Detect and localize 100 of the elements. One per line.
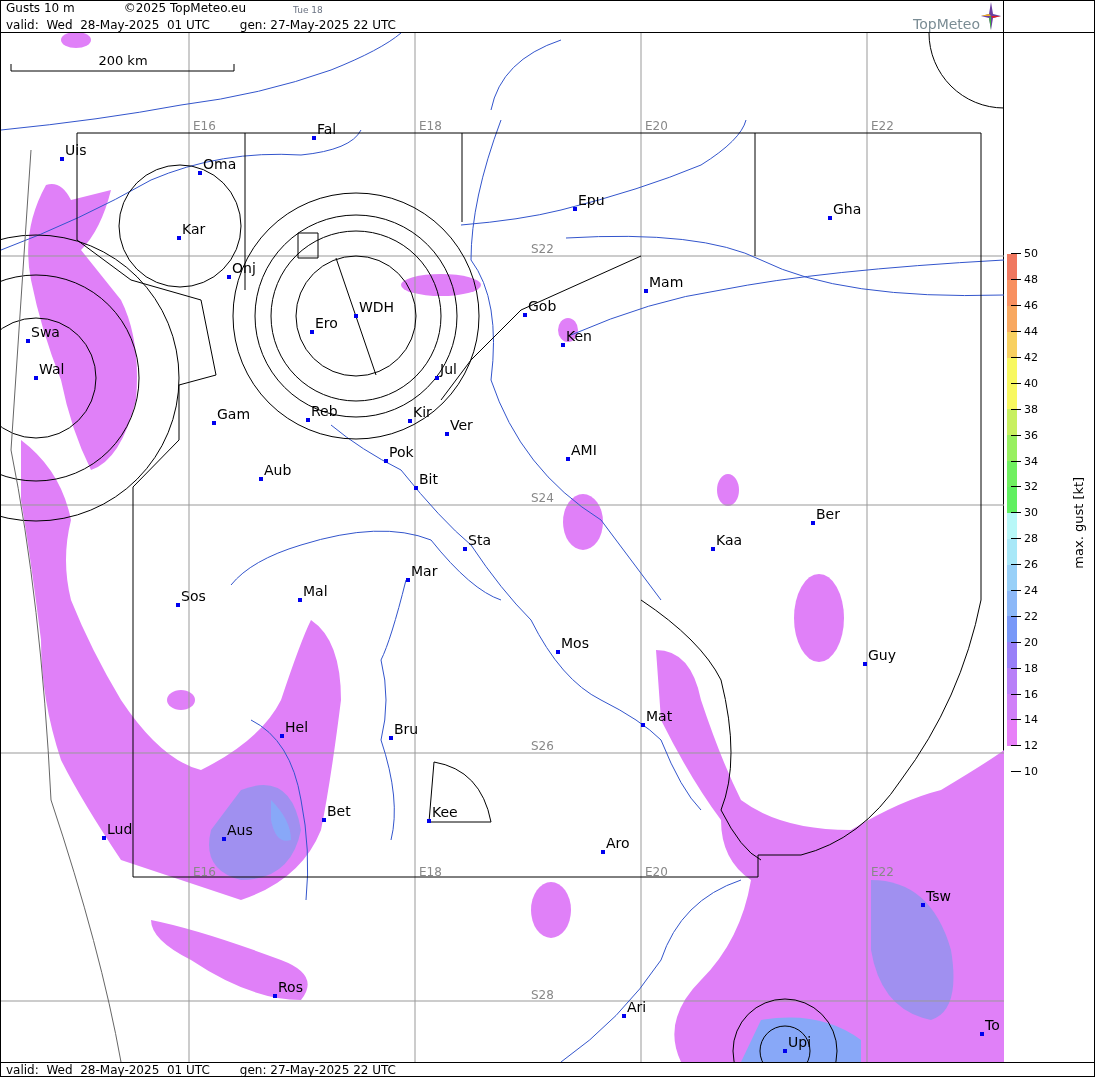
place-marker	[389, 736, 393, 740]
place-marker	[227, 275, 231, 279]
place-marker	[102, 836, 106, 840]
grid-label: E22	[871, 865, 894, 879]
legend-tick-label: 50	[1024, 248, 1038, 260]
place-label: WDH	[359, 299, 395, 315]
place-label: Kar	[182, 221, 206, 237]
place-label: Bet	[327, 803, 351, 819]
place-marker	[921, 903, 925, 907]
place-label: Mos	[561, 635, 589, 651]
grid-label: S24	[531, 491, 554, 505]
place-marker	[427, 819, 431, 823]
place-label: Kee	[432, 804, 458, 820]
day-label: Tue 18	[293, 4, 323, 17]
place-marker	[811, 521, 815, 525]
place-marker	[980, 1032, 984, 1036]
legend-tick-label: 24	[1024, 585, 1038, 596]
place-marker	[298, 598, 302, 602]
place-marker	[641, 723, 645, 727]
place-marker	[644, 289, 648, 293]
place-label: Kir	[413, 404, 432, 420]
grid-label: E16	[193, 865, 216, 879]
place-marker	[566, 457, 570, 461]
legend-tick-label: 20	[1024, 636, 1038, 648]
place-label: Onj	[232, 260, 256, 276]
place-marker	[622, 1014, 626, 1018]
place-label: Jul	[440, 361, 457, 377]
place-label: Guy	[868, 647, 896, 663]
place-label: Ken	[566, 328, 592, 344]
place-marker	[573, 207, 577, 211]
place-marker	[310, 330, 314, 334]
place-marker	[601, 850, 605, 854]
place-marker	[556, 650, 560, 654]
place-label: Swa	[31, 324, 60, 340]
place-label: Aro	[606, 835, 630, 851]
place-marker	[259, 477, 263, 481]
place-label: Mat	[646, 708, 673, 724]
legend-tick-label: 26	[1024, 559, 1038, 571]
legend-tick-label: 30	[1024, 507, 1038, 519]
place-label: Mam	[649, 274, 684, 290]
legend-tick-label: 40	[1024, 377, 1038, 389]
legend-tick-label: 18	[1024, 662, 1038, 674]
place-marker	[445, 432, 449, 436]
place-label: Upi	[788, 1034, 812, 1050]
place-label: Ver	[450, 417, 473, 433]
place-marker	[212, 421, 216, 425]
place-label: Ber	[816, 506, 840, 522]
place-label: Hel	[285, 719, 309, 735]
place-marker	[463, 547, 467, 551]
grid-label: S28	[531, 988, 554, 1002]
legend-tick-label: 32	[1024, 481, 1038, 493]
copyright-text: ©2025 TopMeteo.eu	[123, 1, 247, 17]
place-marker	[176, 603, 180, 607]
place-label: Fal	[317, 121, 337, 137]
place-marker	[406, 578, 410, 582]
place-marker	[222, 837, 226, 841]
place-label: Ero	[315, 315, 338, 331]
place-marker	[435, 376, 439, 380]
place-label: Sta	[468, 532, 491, 548]
place-label: Sos	[181, 588, 206, 604]
place-label: To	[985, 1017, 1000, 1033]
map-title: Gusts 10 m	[6, 1, 75, 17]
place-marker	[828, 216, 832, 220]
legend-tick-label: 46	[1024, 300, 1038, 312]
place-marker	[60, 157, 64, 161]
place-label: Aus	[227, 822, 253, 838]
legend-tick-label: 44	[1024, 326, 1038, 338]
compass-star-icon	[981, 2, 1001, 30]
place-marker	[26, 339, 30, 343]
place-marker	[384, 459, 388, 463]
grid-label: E16	[193, 119, 216, 133]
grid-label: E22	[871, 119, 894, 133]
place-label: Mar	[411, 563, 438, 579]
place-marker	[34, 376, 38, 380]
legend-tick-label: 42	[1024, 352, 1038, 363]
place-marker	[306, 418, 310, 422]
place-marker	[783, 1049, 787, 1053]
place-label: Bru	[394, 721, 419, 737]
place-label: Ari	[627, 999, 647, 1015]
place-marker	[414, 486, 418, 490]
place-marker	[198, 171, 202, 175]
place-marker	[354, 314, 358, 318]
place-marker	[322, 818, 326, 822]
legend-tick-label: 16	[1024, 688, 1038, 700]
footer-generated-time: gen: 27-May-2025 22 UTC	[239, 1063, 396, 1076]
place-label: Uis	[65, 142, 87, 158]
place-label: Mal	[303, 583, 328, 599]
scale-label: 200 km	[98, 53, 148, 68]
legend-title: max. gust [kt]	[1070, 475, 1088, 571]
place-label: Oma	[203, 156, 237, 172]
grid-label: S26	[531, 739, 554, 753]
place-marker	[711, 547, 715, 551]
valid-time: valid: Wed 28-May-2025 01 UTC	[6, 18, 210, 33]
legend-tick-label: 34	[1024, 455, 1038, 467]
grid-label: E18	[419, 119, 442, 133]
legend-tick-label: 12	[1024, 740, 1038, 752]
place-label: Gha	[833, 201, 862, 217]
place-marker	[273, 994, 277, 998]
place-marker	[177, 236, 181, 240]
place-marker	[280, 734, 284, 738]
